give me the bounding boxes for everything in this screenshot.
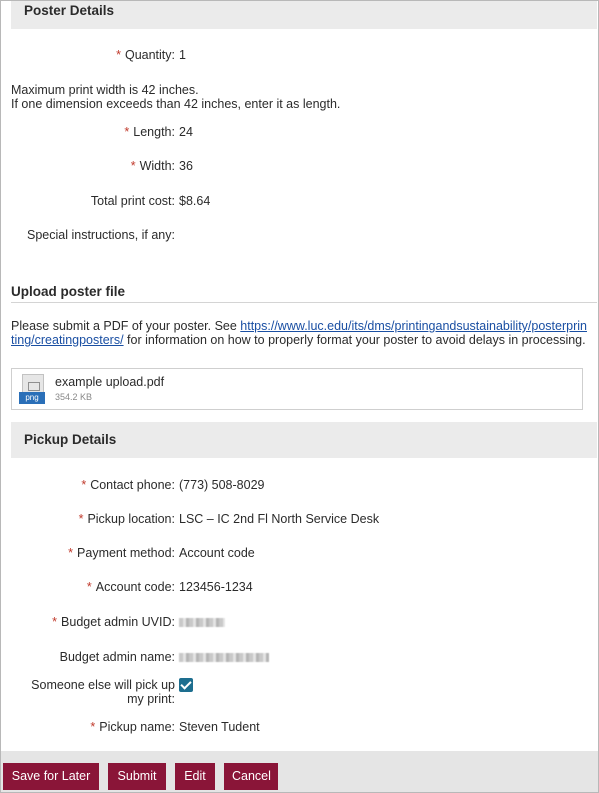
quantity-label: * Quantity: bbox=[116, 48, 175, 62]
someone-else-label-line2: my print: bbox=[127, 692, 175, 706]
upload-instructions: Please submit a PDF of your poster. See … bbox=[11, 319, 587, 347]
budget-admin-uvid-row: * Budget admin UVID: bbox=[1, 615, 598, 635]
special-instructions-label: Special instructions, if any: bbox=[27, 228, 175, 242]
total-cost-value: $8.64 bbox=[179, 194, 211, 208]
required-marker: * bbox=[86, 580, 92, 594]
length-row: * Length: 24 bbox=[1, 125, 598, 145]
payment-method-row: * Payment method: Account code bbox=[1, 546, 598, 566]
required-marker: * bbox=[68, 546, 74, 560]
required-marker: * bbox=[52, 615, 58, 629]
poster-details-header: Poster Details bbox=[11, 1, 597, 29]
pickup-name-row: * Pickup name: Steven Tudent bbox=[1, 720, 598, 740]
required-marker: * bbox=[81, 478, 87, 492]
submit-button[interactable]: Submit bbox=[108, 763, 166, 790]
file-name[interactable]: example upload.pdf bbox=[55, 375, 164, 389]
length-label: * Length: bbox=[124, 125, 175, 139]
upload-text-before: Please submit a PDF of your poster. See bbox=[11, 319, 241, 333]
account-code-label: * Account code: bbox=[86, 580, 175, 594]
quantity-row: * Quantity: 1 bbox=[1, 48, 598, 68]
someone-else-checkbox[interactable] bbox=[179, 678, 193, 692]
pickup-details-heading: Pickup Details bbox=[24, 432, 117, 447]
cancel-button[interactable]: Cancel bbox=[224, 763, 278, 790]
file-type-tag: png bbox=[19, 392, 45, 404]
someone-else-row: Someone else will pick up my print: bbox=[1, 678, 598, 708]
poster-request-review-form: Poster Details * Quantity: 1 Maximum prin… bbox=[0, 0, 599, 793]
budget-admin-uvid-label: * Budget admin UVID: bbox=[52, 615, 175, 629]
payment-method-label: * Payment method: bbox=[68, 546, 175, 560]
account-code-row: * Account code: 123456-1234 bbox=[1, 580, 598, 600]
length-value: 24 bbox=[179, 125, 193, 139]
pickup-location-label: * Pickup location: bbox=[78, 512, 175, 526]
budget-admin-uvid-redacted bbox=[179, 615, 225, 629]
total-cost-row: Total print cost: $8.64 bbox=[1, 194, 598, 214]
someone-else-label: Someone else will pick up my print: bbox=[31, 678, 175, 706]
width-label: * Width: bbox=[130, 159, 175, 173]
pickup-name-value: Steven Tudent bbox=[179, 720, 260, 734]
edit-button[interactable]: Edit bbox=[175, 763, 215, 790]
account-code-value: 123456-1234 bbox=[179, 580, 253, 594]
contact-phone-value: (773) 508-8029 bbox=[179, 478, 265, 492]
pickup-location-value: LSC – IC 2nd Fl North Service Desk bbox=[179, 512, 380, 526]
save-for-later-button[interactable]: Save for Later bbox=[3, 763, 99, 790]
required-marker: * bbox=[78, 512, 84, 526]
upload-heading: Upload poster file bbox=[11, 284, 126, 299]
required-marker: * bbox=[124, 125, 130, 139]
pickup-location-row: * Pickup location: LSC – IC 2nd Fl North … bbox=[1, 512, 598, 532]
someone-else-label-line1: Someone else will pick up bbox=[31, 678, 175, 692]
pickup-name-label: * Pickup name: bbox=[90, 720, 175, 734]
budget-admin-name-label: Budget admin name: bbox=[59, 650, 175, 664]
max-width-note-line2: If one dimension exceeds than 42 inches,… bbox=[11, 97, 341, 111]
payment-method-value: Account code bbox=[179, 546, 255, 560]
action-bar: Save for Later Submit Edit Cancel bbox=[1, 751, 598, 792]
pickup-details-header: Pickup Details bbox=[11, 422, 597, 458]
max-width-note-line1: Maximum print width is 42 inches. bbox=[11, 83, 199, 97]
required-marker: * bbox=[90, 720, 96, 734]
contact-phone-row: * Contact phone: (773) 508-8029 bbox=[1, 478, 598, 498]
uploaded-file-card[interactable]: png example upload.pdf 354.2 KB bbox=[11, 368, 583, 410]
width-value: 36 bbox=[179, 159, 193, 173]
quantity-value: 1 bbox=[179, 48, 186, 62]
width-row: * Width: 36 bbox=[1, 159, 598, 179]
required-marker: * bbox=[130, 159, 136, 173]
budget-admin-name-row: Budget admin name: bbox=[1, 650, 598, 670]
special-instructions-row: Special instructions, if any: bbox=[1, 228, 598, 248]
upload-text-after: for information on how to properly forma… bbox=[123, 333, 586, 347]
file-size: 354.2 KB bbox=[55, 392, 93, 402]
contact-phone-label: * Contact phone: bbox=[81, 478, 175, 492]
upload-divider bbox=[11, 302, 597, 303]
budget-admin-name-redacted bbox=[179, 650, 269, 664]
total-cost-label: Total print cost: bbox=[90, 194, 175, 208]
required-marker: * bbox=[116, 48, 121, 62]
image-file-icon: png bbox=[19, 374, 47, 406]
max-width-note: Maximum print width is 42 inches. If one… bbox=[11, 83, 340, 111]
poster-details-heading: Poster Details bbox=[24, 3, 115, 18]
